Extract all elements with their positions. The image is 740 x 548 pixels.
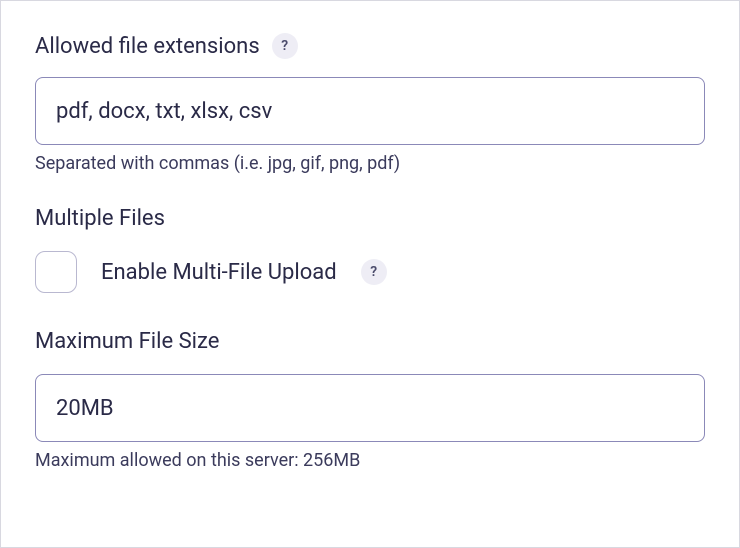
help-icon[interactable]: ?	[361, 259, 387, 285]
multi-file-checkbox-label: Enable Multi-File Upload	[101, 260, 337, 285]
multiple-files-heading: Multiple Files	[35, 206, 705, 231]
max-file-size-group: Maximum File Size Maximum allowed on thi…	[35, 329, 705, 471]
allowed-extensions-group: Allowed file extensions ? Separated with…	[35, 33, 705, 174]
max-file-size-label: Maximum File Size	[35, 329, 705, 354]
help-icon[interactable]: ?	[272, 33, 298, 59]
max-file-size-hint: Maximum allowed on this server: 256MB	[35, 450, 705, 471]
allowed-extensions-label-row: Allowed file extensions ?	[35, 33, 705, 59]
multi-file-checkbox[interactable]	[35, 251, 77, 293]
max-file-size-input[interactable]	[35, 374, 705, 442]
allowed-extensions-input[interactable]	[35, 77, 705, 145]
allowed-extensions-label: Allowed file extensions	[35, 34, 260, 59]
file-settings-panel: Allowed file extensions ? Separated with…	[0, 0, 740, 548]
multiple-files-group: Multiple Files Enable Multi-File Upload …	[35, 206, 705, 293]
allowed-extensions-hint: Separated with commas (i.e. jpg, gif, pn…	[35, 153, 705, 174]
multi-file-checkbox-row: Enable Multi-File Upload ?	[35, 251, 705, 293]
